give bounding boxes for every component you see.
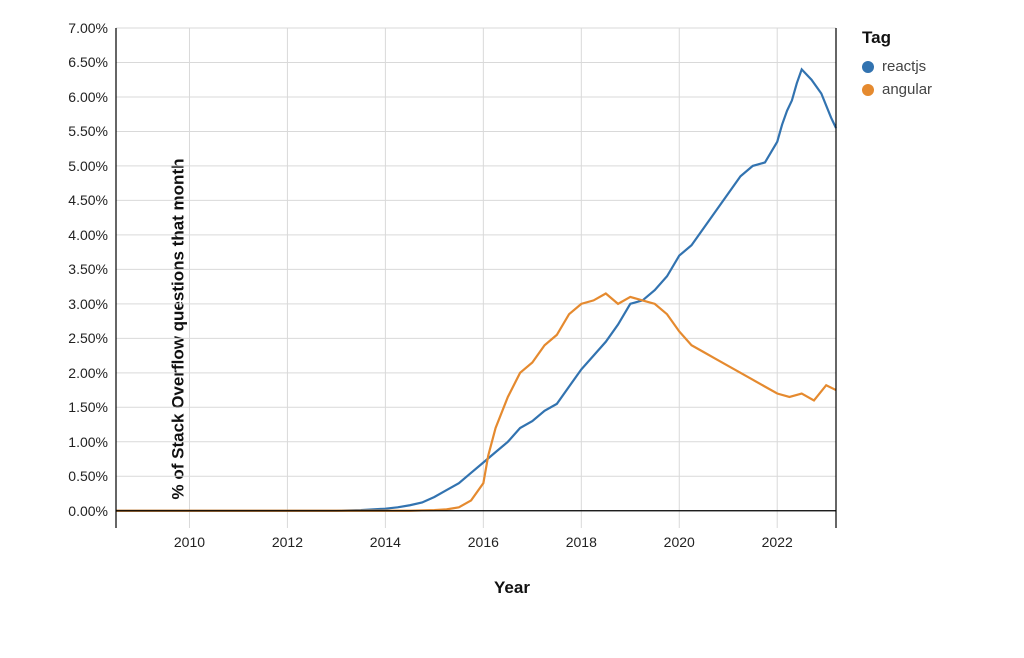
legend-swatch-icon xyxy=(862,61,874,73)
x-tick-label: 2022 xyxy=(762,534,793,550)
y-tick-label: 2.50% xyxy=(68,330,108,346)
series-group xyxy=(116,69,836,510)
legend: Tag reactjs angular xyxy=(862,28,932,104)
legend-item-reactjs: reactjs xyxy=(862,58,932,75)
y-tick-label: 5.50% xyxy=(68,123,108,139)
x-tick-label: 2016 xyxy=(468,534,499,550)
y-tick-label: 6.50% xyxy=(68,54,108,70)
grid-vertical xyxy=(189,28,777,528)
legend-label: reactjs xyxy=(882,58,926,75)
x-tick-label: 2010 xyxy=(174,534,205,550)
y-tick-label: 5.00% xyxy=(68,158,108,174)
series-reactjs xyxy=(116,69,836,510)
y-tick-label: 0.00% xyxy=(68,503,108,519)
y-tick-labels: 0.00% 0.50% 1.00% 1.50% 2.00% 2.50% 3.00% 3.50%… xyxy=(0,28,114,528)
y-tick-label: 6.00% xyxy=(68,89,108,105)
y-tick-label: 2.00% xyxy=(68,365,108,381)
y-tick-label: 4.50% xyxy=(68,192,108,208)
y-tick-label: 3.00% xyxy=(68,296,108,312)
y-tick-label: 4.00% xyxy=(68,227,108,243)
x-tick-label: 2018 xyxy=(566,534,597,550)
chart-container: % of Stack Overflow questions that month… xyxy=(0,0,1024,658)
y-tick-label: 1.00% xyxy=(68,434,108,450)
legend-title: Tag xyxy=(862,28,932,48)
x-tick-labels: 2010 2012 2014 2016 2018 2020 2022 xyxy=(116,528,836,558)
grid-horizontal xyxy=(116,28,836,511)
plot-area xyxy=(116,28,836,528)
legend-label: angular xyxy=(882,81,932,98)
legend-item-angular: angular xyxy=(862,81,932,98)
y-tick-label: 1.50% xyxy=(68,399,108,415)
y-tick-label: 3.50% xyxy=(68,261,108,277)
x-axis-label: Year xyxy=(494,578,530,598)
y-tick-label: 7.00% xyxy=(68,20,108,36)
legend-items: reactjs angular xyxy=(862,58,932,98)
x-tick-label: 2020 xyxy=(664,534,695,550)
x-tick-label: 2012 xyxy=(272,534,303,550)
series-angular xyxy=(116,294,836,511)
x-tick-label: 2014 xyxy=(370,534,401,550)
plot-svg xyxy=(116,28,836,528)
legend-swatch-icon xyxy=(862,84,874,96)
y-tick-label: 0.50% xyxy=(68,468,108,484)
